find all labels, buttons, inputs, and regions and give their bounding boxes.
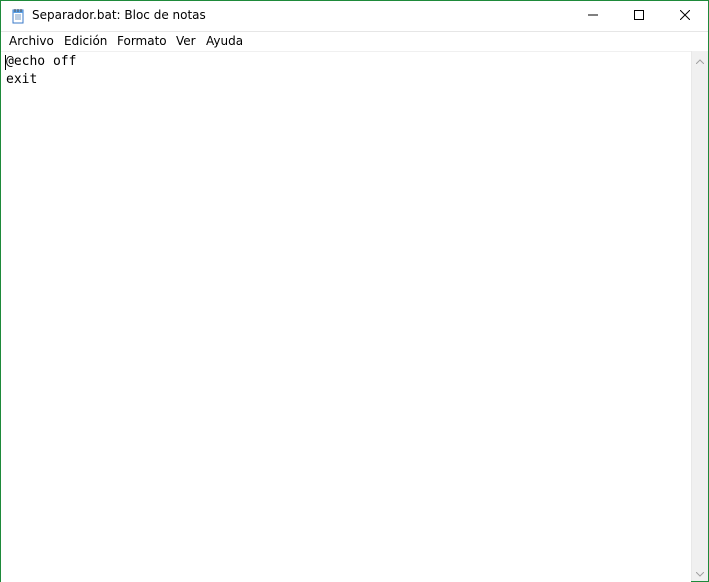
notepad-window: Separador.bat: Bloc de notas Archivo Edi… [0, 0, 709, 582]
scroll-down-button[interactable] [692, 564, 708, 581]
chevron-up-icon [695, 51, 705, 69]
minimize-icon [588, 9, 598, 23]
menu-bar: Archivo Edición Formato Ver Ayuda [1, 32, 708, 51]
maximize-button[interactable] [616, 1, 662, 31]
close-icon [679, 9, 691, 23]
vertical-scrollbar[interactable] [691, 51, 708, 581]
minimize-button[interactable] [570, 1, 616, 31]
menu-ver[interactable]: Ver [176, 34, 196, 48]
scroll-up-button[interactable] [692, 51, 708, 68]
window-title: Separador.bat: Bloc de notas [32, 8, 206, 22]
close-button[interactable] [662, 1, 708, 31]
editor-line: exit [6, 72, 38, 87]
maximize-icon [634, 9, 644, 23]
menu-formato[interactable]: Formato [117, 34, 167, 48]
menu-archivo[interactable]: Archivo [9, 34, 54, 48]
menu-edicion[interactable]: Edición [64, 34, 107, 48]
title-bar[interactable]: Separador.bat: Bloc de notas [1, 1, 708, 32]
text-editor[interactable]: @echo off exit [1, 51, 691, 582]
notepad-icon[interactable] [10, 8, 26, 24]
chevron-down-icon [695, 564, 705, 582]
editor-line: @echo off [6, 54, 77, 69]
menu-ayuda[interactable]: Ayuda [206, 34, 243, 48]
